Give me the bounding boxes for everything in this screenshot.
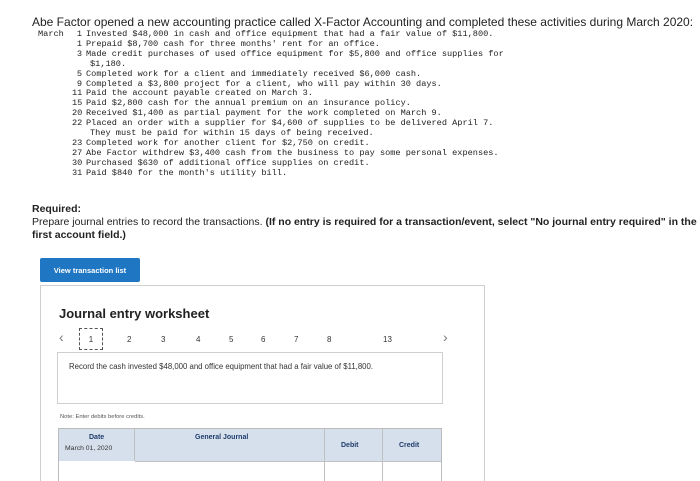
list-item: 31 Paid $840 for the month's utility bil… (38, 167, 558, 179)
transaction-text: Made credit purchases of used office equ… (86, 48, 504, 59)
debit-field[interactable] (325, 461, 383, 481)
page-4[interactable]: 4 (196, 335, 200, 344)
debits-note: Note: Enter debits before credits. (60, 414, 145, 420)
account-column-header: General Journal (135, 429, 325, 461)
view-transaction-list-button[interactable]: View transaction list (40, 258, 140, 282)
journal-entry-table: Date General Journal Debit Credit March … (58, 428, 442, 481)
credit-column-header: Credit (399, 442, 420, 449)
page-5[interactable]: 5 (229, 335, 233, 344)
transaction-description-box: Record the cash invested $48,000 and off… (57, 352, 443, 404)
page-7[interactable]: 7 (294, 335, 298, 344)
page-1[interactable]: 1 (79, 328, 103, 350)
page-2[interactable]: 2 (127, 335, 131, 344)
problem-intro: Abe Factor opened a new accounting pract… (32, 15, 694, 29)
transaction-day: 31 (72, 167, 83, 178)
transaction-day: 22 (72, 118, 83, 129)
chevron-left-icon[interactable]: ‹ (59, 329, 64, 345)
chevron-right-icon[interactable]: › (443, 329, 448, 345)
page-3[interactable]: 3 (161, 335, 165, 344)
transaction-pager: ‹ 1 2 3 4 5 6 7 8 13 › (57, 328, 457, 350)
transaction-text: Paid $840 for the month's utility bill. (86, 167, 288, 178)
required-section: Required: Prepare journal entries to rec… (32, 203, 700, 242)
required-label: Required: (32, 203, 82, 215)
credit-field[interactable] (383, 461, 441, 481)
transaction-list: March 1 Invested $48,000 in cash and off… (38, 29, 558, 179)
required-instruction: Prepare journal entries to record the tr… (32, 216, 700, 242)
page-13[interactable]: 13 (383, 335, 392, 344)
date-cell: March 01, 2020 (65, 445, 113, 452)
table-row: March 01, 2020 (59, 443, 135, 461)
transaction-day: 3 (76, 48, 82, 59)
transaction-description: Record the cash invested $48,000 and off… (69, 362, 374, 371)
page-8[interactable]: 8 (327, 335, 331, 344)
instruction-text: Prepare journal entries to record the tr… (32, 216, 263, 228)
debit-column-header: Debit (325, 429, 383, 461)
transaction-month: March (38, 29, 64, 39)
journal-entry-worksheet: Journal entry worksheet ‹ 1 2 3 4 5 6 7 … (40, 285, 485, 481)
account-field[interactable] (135, 461, 325, 481)
page-6[interactable]: 6 (261, 335, 265, 344)
worksheet-title: Journal entry worksheet (59, 306, 210, 321)
